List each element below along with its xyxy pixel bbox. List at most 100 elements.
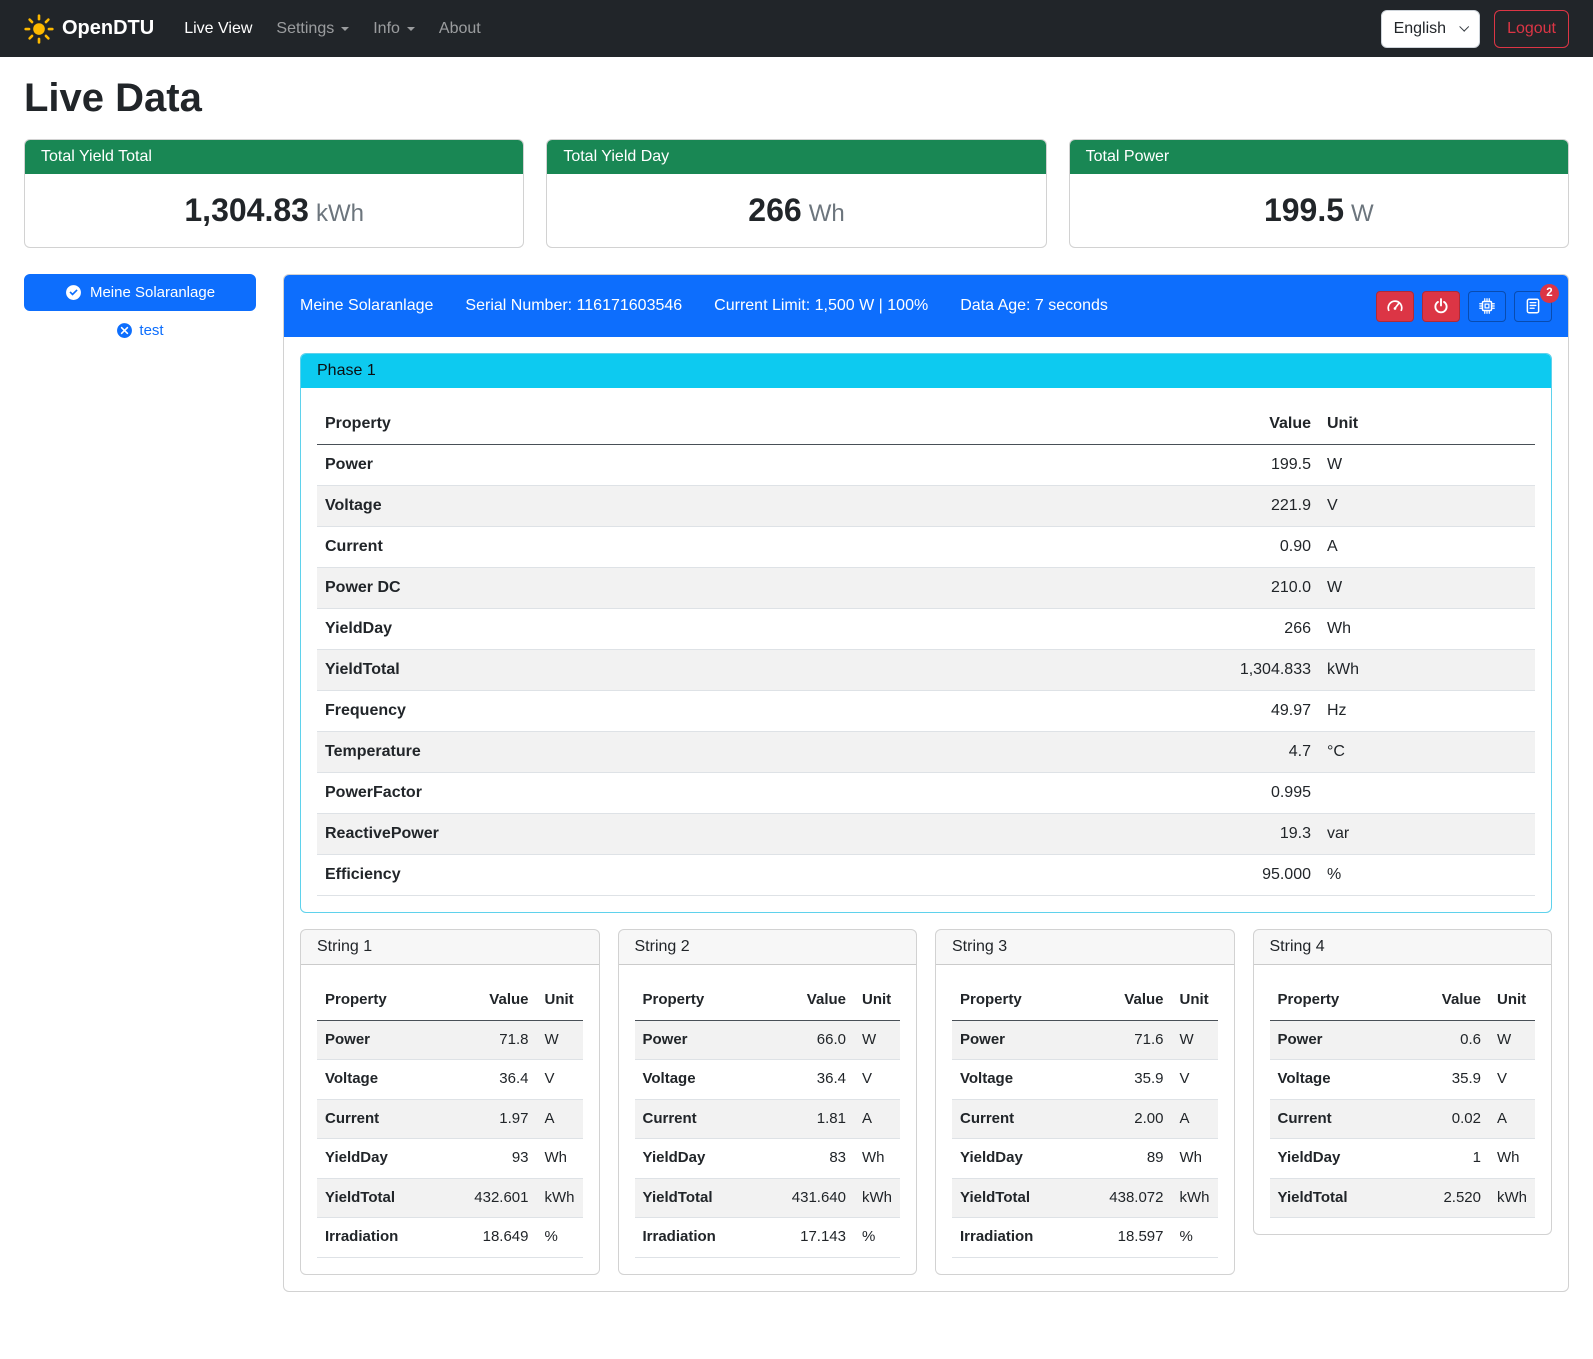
column-header-unit: Unit — [1172, 981, 1218, 1020]
value-cell: 0.6 — [1405, 1020, 1489, 1060]
power-icon — [1432, 297, 1450, 315]
table-row: Temperature 4.7 °C — [317, 732, 1535, 773]
value-cell: 66.0 — [770, 1020, 854, 1060]
value-cell: 19.3 — [1179, 814, 1319, 855]
property-cell: Current — [317, 527, 1179, 568]
value-cell: 431.640 — [770, 1178, 854, 1218]
property-cell: Current — [952, 1099, 1088, 1139]
data-age: Data Age: 7 seconds — [960, 297, 1108, 315]
value-cell: 35.9 — [1088, 1060, 1172, 1100]
property-cell: YieldTotal — [1270, 1178, 1406, 1218]
property-cell: Power — [317, 1020, 453, 1060]
string-1-card: String 1 Property Value Unit — [300, 929, 600, 1275]
table-row: Efficiency 95.000 % — [317, 855, 1535, 896]
unit-cell: % — [854, 1218, 900, 1258]
inverter-select-button[interactable]: Meine Solaranlage — [24, 274, 256, 311]
table-row: YieldDay 83 Wh — [635, 1139, 901, 1179]
value-cell: 221.9 — [1179, 486, 1319, 527]
serial-number: Serial Number: 116171603546 — [465, 297, 682, 315]
inverter-panel-header: Meine Solaranlage Serial Number: 1161716… — [284, 275, 1568, 337]
property-cell: Temperature — [317, 732, 1179, 773]
inverter-item-test[interactable]: test — [24, 322, 256, 339]
table-row: YieldDay 1 Wh — [1270, 1139, 1536, 1179]
string-3-table: Property Value Unit Power — [952, 981, 1218, 1258]
unit-cell: % — [1172, 1218, 1218, 1258]
card-title: Total Yield Total — [25, 140, 523, 174]
value-cell: 71.8 — [453, 1020, 537, 1060]
value-cell: 199.5 — [1179, 445, 1319, 486]
table-row: Irradiation 18.649 % — [317, 1218, 583, 1258]
table-header-row: Property Value Unit — [317, 404, 1535, 445]
property-cell: YieldDay — [317, 609, 1179, 650]
unit-cell: A — [1489, 1099, 1535, 1139]
value-cell: 18.597 — [1088, 1218, 1172, 1258]
table-row: YieldTotal 2.520 kWh — [1270, 1178, 1536, 1218]
table-header-row: Property Value Unit — [1270, 981, 1536, 1020]
total-yield-day-card: Total Yield Day 266Wh — [546, 139, 1046, 248]
nav-about[interactable]: About — [429, 12, 491, 46]
phase-table: Property Value Unit Power — [317, 404, 1535, 896]
property-cell: Voltage — [635, 1060, 771, 1100]
event-log-button[interactable]: 2 — [1514, 291, 1552, 322]
total-power-card: Total Power 199.5W — [1069, 139, 1569, 248]
language-select[interactable]: English — [1381, 10, 1480, 48]
phase-card-title: Phase 1 — [301, 354, 1551, 388]
unit-cell: A — [1172, 1099, 1218, 1139]
unit-cell: V — [1172, 1060, 1218, 1100]
panel-buttons: 2 — [1376, 291, 1552, 322]
logout-button[interactable]: Logout — [1494, 10, 1569, 48]
value-cell: 2.00 — [1088, 1099, 1172, 1139]
unit-cell: Hz — [1319, 691, 1535, 732]
property-cell: YieldDay — [635, 1139, 771, 1179]
column-header-property: Property — [952, 981, 1088, 1020]
nav-settings[interactable]: Settings — [266, 12, 359, 46]
cpu-icon — [1478, 297, 1496, 315]
unit-cell: Wh — [1489, 1139, 1535, 1179]
value-cell: 4.7 — [1179, 732, 1319, 773]
value-cell: 210.0 — [1179, 568, 1319, 609]
unit-cell: kWh — [1172, 1178, 1218, 1218]
property-cell: Frequency — [317, 691, 1179, 732]
brand[interactable]: OpenDTU — [24, 14, 154, 44]
gauge-icon — [1386, 297, 1404, 315]
value-cell: 266 — [1179, 609, 1319, 650]
unit-cell: W — [1489, 1020, 1535, 1060]
table-row: Voltage 36.4 V — [635, 1060, 901, 1100]
table-row: ReactivePower 19.3 var — [317, 814, 1535, 855]
navbar: OpenDTU Live View Settings Info About En… — [0, 0, 1593, 57]
card-title: Total Power — [1070, 140, 1568, 174]
caret-down-icon — [341, 27, 349, 31]
string-card-title: String 3 — [936, 930, 1234, 965]
chevron-down-icon — [1459, 21, 1469, 31]
string-cards: String 1 Property Value Unit — [300, 929, 1552, 1275]
table-row: Power 66.0 W — [635, 1020, 901, 1060]
device-info-button[interactable] — [1468, 291, 1506, 322]
card-title: Total Yield Day — [547, 140, 1045, 174]
value-cell: 0.90 — [1179, 527, 1319, 568]
column-header-value: Value — [1405, 981, 1489, 1020]
property-cell: Voltage — [317, 486, 1179, 527]
power-toggle-button[interactable] — [1422, 291, 1460, 322]
inverter-panel: Meine Solaranlage Serial Number: 1161716… — [283, 274, 1569, 1292]
limit-settings-button[interactable] — [1376, 291, 1414, 322]
property-cell: Irradiation — [317, 1218, 453, 1258]
unit-cell: A — [1319, 527, 1535, 568]
property-cell: YieldDay — [1270, 1139, 1406, 1179]
summary-cards: Total Yield Total 1,304.83kWh Total Yiel… — [24, 139, 1569, 248]
value-cell: 89 — [1088, 1139, 1172, 1179]
table-row: Power 71.8 W — [317, 1020, 583, 1060]
nav-info[interactable]: Info — [363, 12, 425, 46]
nav-live-view[interactable]: Live View — [174, 12, 262, 46]
property-cell: Efficiency — [317, 855, 1179, 896]
table-row: Irradiation 17.143 % — [635, 1218, 901, 1258]
table-row: PowerFactor 0.995 — [317, 773, 1535, 814]
value-cell: 1,304.833 — [1179, 650, 1319, 691]
table-row: YieldTotal 431.640 kWh — [635, 1178, 901, 1218]
table-row: Current 1.81 A — [635, 1099, 901, 1139]
unit-cell: kWh — [854, 1178, 900, 1218]
property-cell: YieldTotal — [317, 650, 1179, 691]
column-header-property: Property — [1270, 981, 1406, 1020]
table-row: Voltage 221.9 V — [317, 486, 1535, 527]
phase-card: Phase 1 Property Value Unit — [300, 353, 1552, 913]
unit-label: kWh — [316, 200, 364, 227]
